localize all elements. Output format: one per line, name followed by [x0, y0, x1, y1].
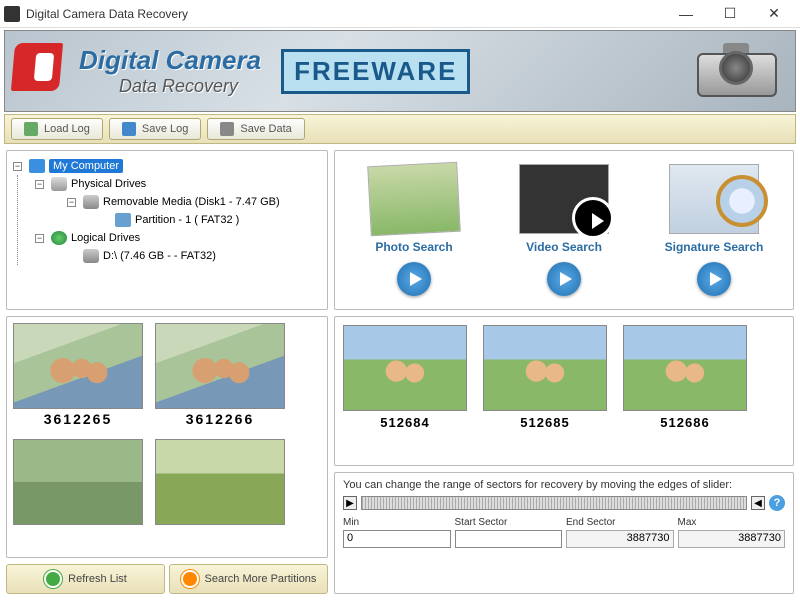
computer-icon	[29, 159, 45, 173]
thumbnail[interactable]: 512685	[483, 325, 607, 457]
search-modes-panel: Photo Search Video Search Signature Sear…	[334, 150, 794, 310]
banner-line2: Data Recovery	[119, 76, 261, 97]
refresh-icon	[44, 570, 62, 588]
close-button[interactable]: ✕	[752, 0, 796, 28]
sector-range-panel: You can change the range of sectors for …	[334, 472, 794, 594]
thumbnail[interactable]	[155, 439, 285, 527]
thumbnail[interactable]: 3612265	[13, 323, 143, 427]
signature-search-icon	[669, 164, 759, 234]
refresh-list-button[interactable]: Refresh List	[6, 564, 165, 594]
start-sector-field: Start Sector	[455, 517, 563, 548]
thumbnail-image	[155, 323, 285, 409]
load-log-icon	[24, 122, 38, 136]
end-sector-field: End Sector3887730	[566, 517, 674, 548]
max-sector-value: 3887730	[678, 530, 786, 548]
collapse-icon[interactable]: −	[13, 162, 22, 171]
logo-icon	[13, 43, 69, 99]
drive-tree[interactable]: −My Computer −Physical Drives −Removable…	[6, 150, 328, 310]
photo-search-item: Photo Search	[344, 164, 484, 296]
thumbnail-image	[155, 439, 285, 525]
sector-hint: You can change the range of sectors for …	[343, 479, 785, 491]
thumbnail-label: 3612266	[155, 411, 285, 427]
save-data-icon	[220, 122, 234, 136]
photo-search-label: Photo Search	[344, 240, 484, 254]
thumbnail-label: 3612265	[13, 411, 143, 427]
drive-d-icon	[83, 249, 99, 263]
collapse-icon[interactable]: −	[35, 234, 44, 243]
removable-media-icon	[83, 195, 99, 209]
banner: Digital Camera Data Recovery FREEWARE	[4, 30, 796, 112]
signature-search-button[interactable]	[697, 262, 731, 296]
save-log-icon	[122, 122, 136, 136]
min-sector-field: Min0	[343, 517, 451, 548]
app-icon	[4, 6, 20, 22]
thumbnail[interactable]: 512684	[343, 325, 467, 457]
thumbnails-right[interactable]: 512684 512685 512686	[334, 316, 794, 466]
min-sector-value[interactable]: 0	[343, 530, 451, 548]
save-log-button[interactable]: Save Log	[109, 118, 201, 140]
titlebar: Digital Camera Data Recovery — ☐ ✕	[0, 0, 800, 28]
tree-logical-drives[interactable]: Logical Drives	[71, 232, 140, 244]
end-sector-value: 3887730	[566, 530, 674, 548]
camera-icon	[697, 41, 787, 101]
collapse-icon[interactable]: −	[35, 180, 44, 189]
max-sector-field: Max3887730	[678, 517, 786, 548]
thumbnail-image	[13, 323, 143, 409]
thumbnail-label: 512685	[483, 415, 607, 430]
thumbnail-label: 512684	[343, 415, 467, 430]
thumbnail[interactable]: 512686	[623, 325, 747, 457]
photo-search-icon	[367, 162, 461, 237]
video-search-button[interactable]	[547, 262, 581, 296]
tree-physical-drives[interactable]: Physical Drives	[71, 178, 146, 190]
video-search-item: Video Search	[494, 164, 634, 296]
partition-icon	[115, 213, 131, 227]
drive-icon	[51, 177, 67, 191]
load-log-button[interactable]: Load Log	[11, 118, 103, 140]
search-partitions-icon	[181, 570, 199, 588]
photo-search-button[interactable]	[397, 262, 431, 296]
search-more-partitions-button[interactable]: Search More Partitions	[169, 564, 328, 594]
thumbnail[interactable]: 3612266	[155, 323, 285, 427]
help-button[interactable]: ?	[769, 495, 785, 511]
maximize-button[interactable]: ☐	[708, 0, 752, 28]
thumbnail-image	[13, 439, 143, 525]
tree-drive-d[interactable]: D:\ (7.46 GB - - FAT32)	[103, 250, 216, 262]
minimize-button[interactable]: —	[664, 0, 708, 28]
thumbnail-image	[483, 325, 607, 411]
start-sector-value[interactable]	[455, 530, 563, 548]
banner-line1: Digital Camera	[79, 45, 261, 76]
slider-left-button[interactable]: ▶	[343, 496, 357, 510]
left-bottom-buttons: Refresh List Search More Partitions	[6, 564, 328, 594]
banner-text: Digital Camera Data Recovery	[79, 45, 261, 97]
logical-drives-icon	[51, 231, 67, 245]
signature-search-item: Signature Search	[644, 164, 784, 296]
thumbnail-image	[343, 325, 467, 411]
thumbnails-left[interactable]: 3612265 3612266	[6, 316, 328, 558]
collapse-icon[interactable]: −	[67, 198, 76, 207]
video-search-label: Video Search	[494, 240, 634, 254]
thumbnail-image	[623, 325, 747, 411]
video-search-icon	[519, 164, 609, 234]
window-title: Digital Camera Data Recovery	[26, 7, 664, 21]
toolbar: Load Log Save Log Save Data	[4, 114, 796, 144]
sector-slider[interactable]	[361, 496, 747, 510]
slider-right-button[interactable]: ◀	[751, 496, 765, 510]
save-data-button[interactable]: Save Data	[207, 118, 304, 140]
thumbnail[interactable]	[13, 439, 143, 527]
freeware-badge: FREEWARE	[281, 49, 470, 94]
signature-search-label: Signature Search	[644, 240, 784, 254]
tree-my-computer[interactable]: My Computer	[49, 159, 123, 173]
thumbnail-label: 512686	[623, 415, 747, 430]
tree-removable-media[interactable]: Removable Media (Disk1 - 7.47 GB)	[103, 196, 280, 208]
tree-partition[interactable]: Partition - 1 ( FAT32 )	[135, 214, 239, 226]
